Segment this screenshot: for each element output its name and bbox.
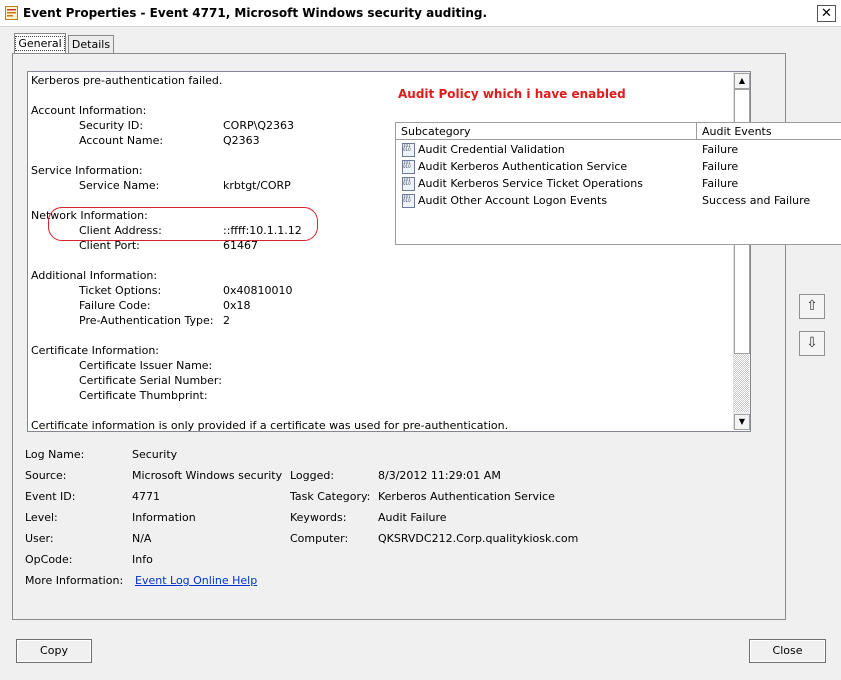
cert-serial-label: Certificate Serial Number:: [79, 374, 222, 387]
additional-information-heading: Additional Information:: [31, 269, 158, 282]
policy-icon: 101 010: [402, 160, 415, 174]
tab-general[interactable]: General: [14, 33, 66, 53]
logged-label: Logged:: [290, 469, 335, 482]
scroll-up-icon[interactable]: ▲: [734, 73, 750, 89]
policy-audit-events: Failure: [702, 143, 739, 156]
previous-event-button[interactable]: ⇧: [799, 294, 825, 319]
account-name-label: Account Name:: [79, 134, 164, 147]
task-category-label: Task Category:: [290, 490, 371, 503]
next-event-button[interactable]: ⇩: [799, 331, 825, 356]
description-footer: Certificate information is only provided…: [31, 419, 509, 432]
scroll-down-icon[interactable]: ▼: [734, 414, 750, 430]
event-id-label: Event ID:: [25, 490, 76, 503]
computer-label: Computer:: [290, 532, 349, 545]
failure-code-value: 0x18: [223, 299, 251, 312]
more-information-label: More Information:: [25, 574, 124, 587]
security-id-value: CORP\Q2363: [223, 119, 294, 132]
level-value[interactable]: Information: [132, 511, 196, 524]
column-subcategory[interactable]: Subcategory: [401, 125, 471, 138]
task-category-value[interactable]: Kerberos Authentication Service: [378, 490, 555, 503]
policy-subcategory: Audit Kerberos Authentication Service: [418, 160, 628, 173]
column-divider[interactable]: [696, 123, 697, 139]
table-row[interactable]: 101 010 Audit Kerberos Authentication Se…: [396, 158, 841, 175]
policy-audit-events: Failure: [702, 177, 739, 190]
keywords-label: Keywords:: [290, 511, 347, 524]
description-header: Kerberos pre-authentication failed.: [31, 74, 223, 87]
preauth-type-label: Pre-Authentication Type:: [79, 314, 214, 327]
tab-general-label: General: [15, 36, 65, 51]
preauth-type-value: 2: [223, 314, 230, 327]
arrow-down-icon: ⇩: [806, 335, 818, 351]
service-name-value: krbtgt/CORP: [223, 179, 291, 192]
logged-value[interactable]: 8/3/2012 11:29:01 AM: [378, 469, 501, 482]
column-audit-events[interactable]: Audit Events: [702, 125, 772, 138]
service-name-label: Service Name:: [79, 179, 160, 192]
table-row[interactable]: 101 010 Audit Credential Validation Fail…: [396, 141, 841, 158]
table-row[interactable]: 101 010 Audit Kerberos Service Ticket Op…: [396, 175, 841, 192]
certificate-information-heading: Certificate Information:: [31, 344, 160, 357]
policy-icon: 101 010: [402, 177, 415, 191]
level-label: Level:: [25, 511, 58, 524]
service-information-heading: Service Information:: [31, 164, 143, 177]
policy-subcategory: Audit Kerberos Service Ticket Operations: [418, 177, 643, 190]
cert-thumbprint-label: Certificate Thumbprint:: [79, 389, 208, 402]
account-information-heading: Account Information:: [31, 104, 147, 117]
window-close-button[interactable]: ✕: [817, 5, 836, 22]
policy-audit-events: Failure: [702, 160, 739, 173]
tab-details-label: Details: [71, 38, 111, 51]
failure-code-label: Failure Code:: [79, 299, 151, 312]
cert-issuer-label: Certificate Issuer Name:: [79, 359, 213, 372]
computer-value[interactable]: QKSRVDC212.Corp.qualitykiosk.com: [378, 532, 578, 545]
keywords-value[interactable]: Audit Failure: [378, 511, 447, 524]
policy-subcategory: Audit Other Account Logon Events: [418, 194, 608, 207]
table-row[interactable]: 101 010 Audit Other Account Logon Events…: [396, 192, 841, 209]
ticket-options-label: Ticket Options:: [79, 284, 162, 297]
event-id-value[interactable]: 4771: [132, 490, 160, 503]
security-id-label: Security ID:: [79, 119, 144, 132]
close-button[interactable]: Close: [749, 639, 826, 663]
opcode-label: OpCode:: [25, 553, 73, 566]
opcode-value[interactable]: Info: [132, 553, 153, 566]
event-viewer-icon: [5, 6, 18, 20]
arrow-up-icon: ⇧: [806, 298, 818, 314]
source-value[interactable]: Microsoft Windows security: [132, 469, 282, 482]
event-log-online-help-link[interactable]: Event Log Online Help: [135, 574, 257, 587]
ticket-options-value: 0x40810010: [223, 284, 293, 297]
user-label: User:: [25, 532, 54, 545]
copy-button[interactable]: Copy: [16, 639, 92, 663]
tab-details[interactable]: Details: [68, 35, 114, 53]
policy-subcategory: Audit Credential Validation: [418, 143, 565, 156]
log-name-label: Log Name:: [25, 448, 85, 461]
title-bar: Event Properties - Event 4771, Microsoft…: [0, 0, 841, 27]
audit-policy-table: Subcategory Audit Events 101 010 Audit C…: [395, 122, 841, 245]
source-label: Source:: [25, 469, 67, 482]
account-name-value: Q2363: [223, 134, 260, 147]
log-name-value[interactable]: Security: [132, 448, 177, 461]
audit-policy-annotation: Audit Policy which i have enabled: [398, 87, 626, 101]
policy-icon: 101 010: [402, 194, 415, 208]
audit-policy-header: Subcategory Audit Events: [396, 123, 841, 140]
window-title: Event Properties - Event 4771, Microsoft…: [23, 6, 488, 20]
policy-audit-events: Success and Failure: [702, 194, 811, 207]
scrollbar-track[interactable]: [734, 354, 749, 412]
policy-icon: 101 010: [402, 143, 415, 157]
client-address-highlight: [48, 207, 318, 241]
user-value[interactable]: N/A: [132, 532, 151, 545]
